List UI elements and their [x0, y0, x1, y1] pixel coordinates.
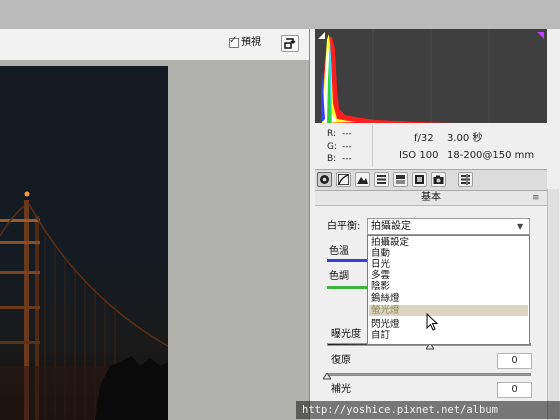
preview-toolbar	[0, 29, 309, 61]
golden-gate-bridge-photo	[0, 191, 168, 420]
white-balance-selected: 拍攝設定	[371, 221, 411, 232]
tab-tone-curve[interactable]	[336, 172, 351, 187]
recovery-slider[interactable]	[327, 373, 531, 376]
temperature-label: 色溫	[329, 246, 349, 257]
shutter-value: 3.00 秒	[447, 133, 483, 144]
photo-preview	[0, 66, 168, 420]
iso-value: ISO 100	[399, 150, 439, 161]
watermark-text: http://yoshice.pixnet.net/album	[302, 404, 498, 416]
wb-option-auto[interactable]: 自動	[369, 248, 528, 259]
r-label: R:	[327, 129, 337, 139]
auto-button[interactable]	[329, 290, 367, 300]
exposure-label: 曝光度	[331, 329, 361, 340]
fill-light-value-field[interactable]: 0	[497, 382, 532, 398]
b-value: ---	[342, 154, 352, 164]
tab-basic[interactable]	[317, 172, 332, 187]
wb-option-shade[interactable]: 陰影	[369, 281, 528, 292]
highlight-clipping-icon	[537, 32, 544, 39]
wb-option-cloudy[interactable]: 多雲	[369, 270, 528, 281]
recovery-value-field[interactable]: 0	[497, 353, 532, 369]
wb-option-custom[interactable]: 自訂	[369, 330, 528, 341]
readout-divider	[372, 125, 373, 167]
split-toning-icon	[396, 175, 405, 184]
hsl-icon	[377, 175, 386, 184]
chevron-down-icon: ▼	[517, 222, 524, 231]
basic-aperture-icon	[320, 175, 329, 184]
tab-presets[interactable]	[458, 172, 473, 187]
preview-label: 預視	[241, 37, 261, 48]
fullscreen-toggle-icon	[284, 38, 296, 49]
fullscreen-button[interactable]	[281, 35, 299, 52]
tab-calibration[interactable]	[431, 172, 446, 187]
tab-lens[interactable]	[412, 172, 427, 187]
panel-scrollbar[interactable]	[547, 189, 559, 420]
tint-slider[interactable]	[327, 286, 368, 289]
recovery-slider-thumb[interactable]	[323, 373, 331, 381]
b-label: B:	[327, 154, 337, 164]
panel-menu-icon[interactable]: ≡	[532, 193, 544, 203]
wb-option-flash[interactable]: 閃光燈	[369, 319, 528, 330]
wb-option-daylight[interactable]: 日光	[369, 259, 528, 270]
g-value: ---	[342, 142, 352, 152]
aperture-value: f/32	[414, 133, 434, 144]
wb-option-fluorescent[interactable]: 螢光燈	[369, 305, 528, 316]
tab-split-toning[interactable]	[393, 172, 408, 187]
detail-mountain-icon	[357, 177, 368, 184]
section-title: 基本	[421, 192, 441, 203]
temperature-slider[interactable]	[327, 259, 368, 262]
presets-icon	[461, 174, 470, 185]
mouse-pointer-icon	[426, 313, 439, 331]
tab-hsl[interactable]	[374, 172, 389, 187]
lens-value: 18-200@150 mm	[447, 150, 535, 161]
g-label: G:	[327, 142, 338, 152]
r-value: ---	[342, 129, 352, 139]
white-balance-label: 白平衡:	[327, 221, 361, 232]
histogram	[315, 29, 547, 123]
wb-option-as-shot[interactable]: 拍攝設定	[369, 237, 528, 248]
camera-calibration-icon	[433, 175, 444, 184]
fill-light-label: 補光	[331, 384, 351, 395]
tab-detail[interactable]	[355, 172, 370, 187]
tone-curve-icon	[338, 174, 349, 185]
wb-option-tungsten[interactable]: 鎢絲燈	[369, 293, 528, 304]
checkmark-icon: ✓	[229, 35, 238, 46]
shadow-clipping-icon	[318, 32, 325, 39]
tint-label: 色調	[329, 271, 349, 282]
lens-corrections-icon	[415, 175, 424, 184]
recovery-label: 復原	[331, 355, 351, 366]
